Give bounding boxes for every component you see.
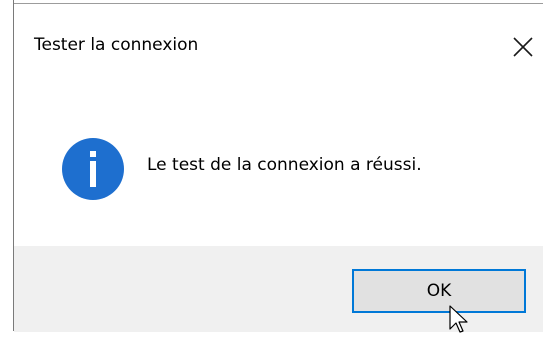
dialog-title: Tester la connexion — [34, 35, 199, 55]
ok-button[interactable]: OK — [352, 269, 526, 313]
ok-button-focus-ring — [355, 272, 523, 310]
dialog-content: Le test de la connexion a réussi. — [14, 86, 543, 246]
info-icon — [61, 137, 125, 201]
dialog-message: Le test de la connexion a réussi. — [147, 155, 422, 175]
background-window — [0, 0, 14, 331]
close-button[interactable] — [504, 30, 540, 66]
close-icon — [513, 37, 533, 57]
title-bar[interactable]: Tester la connexion — [14, 4, 543, 86]
message-dialog: Tester la connexion Le test de la connex… — [14, 3, 543, 332]
